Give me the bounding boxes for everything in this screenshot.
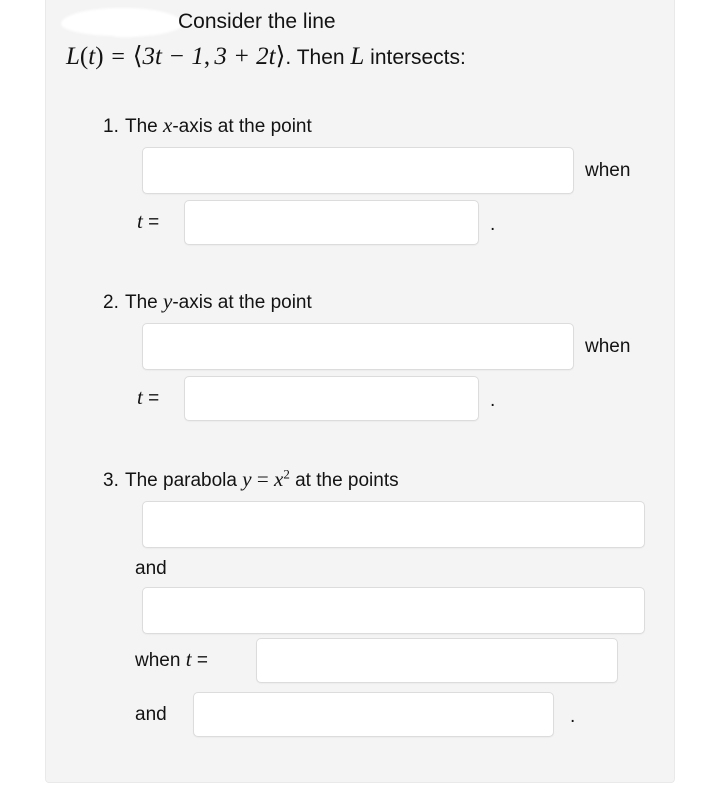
page-root: Consider the line L(t) = ⟨3t − 1, 3 + 2t… (0, 0, 720, 787)
item-2-when-label: when (585, 336, 631, 357)
prompt-end: intersects: (370, 46, 466, 69)
item-3-period: . (570, 706, 576, 727)
item-3-t-equals: = (196, 650, 208, 671)
item-2-text-before: The (125, 292, 158, 313)
problem-statement: Consider the line L(t) = ⟨3t − 1, 3 + 2t… (46, 6, 674, 75)
vector-component-1: 3t − 1 (142, 43, 204, 70)
item-3-point-input-1[interactable] (142, 501, 645, 548)
item-2-number: 2. (103, 292, 119, 313)
item-1-text-after: -axis at the point (172, 116, 312, 137)
item-3-t-input-1[interactable] (256, 638, 618, 683)
item-3-t-input-2[interactable] (193, 692, 554, 737)
item-1-heading: 1. The x-axis at the point (103, 112, 312, 140)
item-2-variable: y (163, 289, 173, 313)
item-2-t-symbol: t (137, 385, 143, 409)
item-3-eq-exponent: 2 (283, 466, 290, 482)
item-3-and-label-2: and (135, 704, 167, 725)
function-name: L (66, 43, 80, 70)
item-2-period: . (490, 390, 496, 411)
vector-separator: , (203, 43, 211, 70)
paren-close: ) (95, 43, 104, 70)
item-2-t-label: t = (137, 386, 159, 410)
item-1-t-equals: = (148, 212, 160, 233)
item-1-t-label: t = (137, 210, 159, 234)
item-3-number: 3. (103, 470, 119, 491)
item-2-t-input[interactable] (184, 376, 479, 421)
vector-close-bracket: ⟩ (275, 43, 286, 70)
item-2-t-equals: = (148, 388, 160, 409)
paren-open: ( (79, 43, 89, 70)
item-1-period: . (490, 214, 496, 235)
item-3-text-after: at the points (295, 470, 399, 491)
item-3-t-symbol: t (185, 647, 192, 671)
item-1-number: 1. (103, 116, 119, 137)
item-1-variable: x (163, 113, 173, 137)
equals-sign: = (111, 44, 125, 70)
item-2-point-input[interactable] (142, 323, 574, 370)
item-2-heading: 2. The y-axis at the point (103, 288, 312, 316)
item-1-t-input[interactable] (184, 200, 479, 245)
item-1-t-symbol: t (137, 209, 143, 233)
item-3-when-t-label: when t = (135, 648, 208, 672)
prompt-tail: . Then (285, 46, 345, 69)
vector-component-2: 3 + 2t (214, 43, 276, 70)
item-3-when-label: when (135, 650, 181, 671)
item-1-text-before: The (125, 116, 158, 137)
item-3-heading: 3. The parabola y = x2 at the points (103, 466, 399, 494)
prompt-line-1: Consider the line (178, 6, 674, 38)
item-3-point-input-2[interactable] (142, 587, 645, 634)
item-3-text-before: The parabola (125, 470, 237, 491)
item-3-and-label-1: and (135, 558, 167, 579)
item-3-eq-sign: = (256, 467, 269, 491)
question-card: Consider the line L(t) = ⟨3t − 1, 3 + 2t… (45, 0, 675, 783)
vector-open-bracket: ⟨ (132, 43, 143, 70)
prompt-line-1-text: Consider the line (178, 10, 336, 33)
item-3-eq-lhs: y (242, 467, 252, 491)
item-2-text-after: -axis at the point (172, 292, 312, 313)
item-3-eq-rhs: x (273, 467, 284, 491)
prompt-line-2: L(t) = ⟨3t − 1, 3 + 2t⟩. Then L intersec… (66, 40, 674, 75)
line-label: L (350, 43, 365, 70)
item-1-point-input[interactable] (142, 147, 574, 194)
item-1-when-label: when (585, 160, 631, 181)
